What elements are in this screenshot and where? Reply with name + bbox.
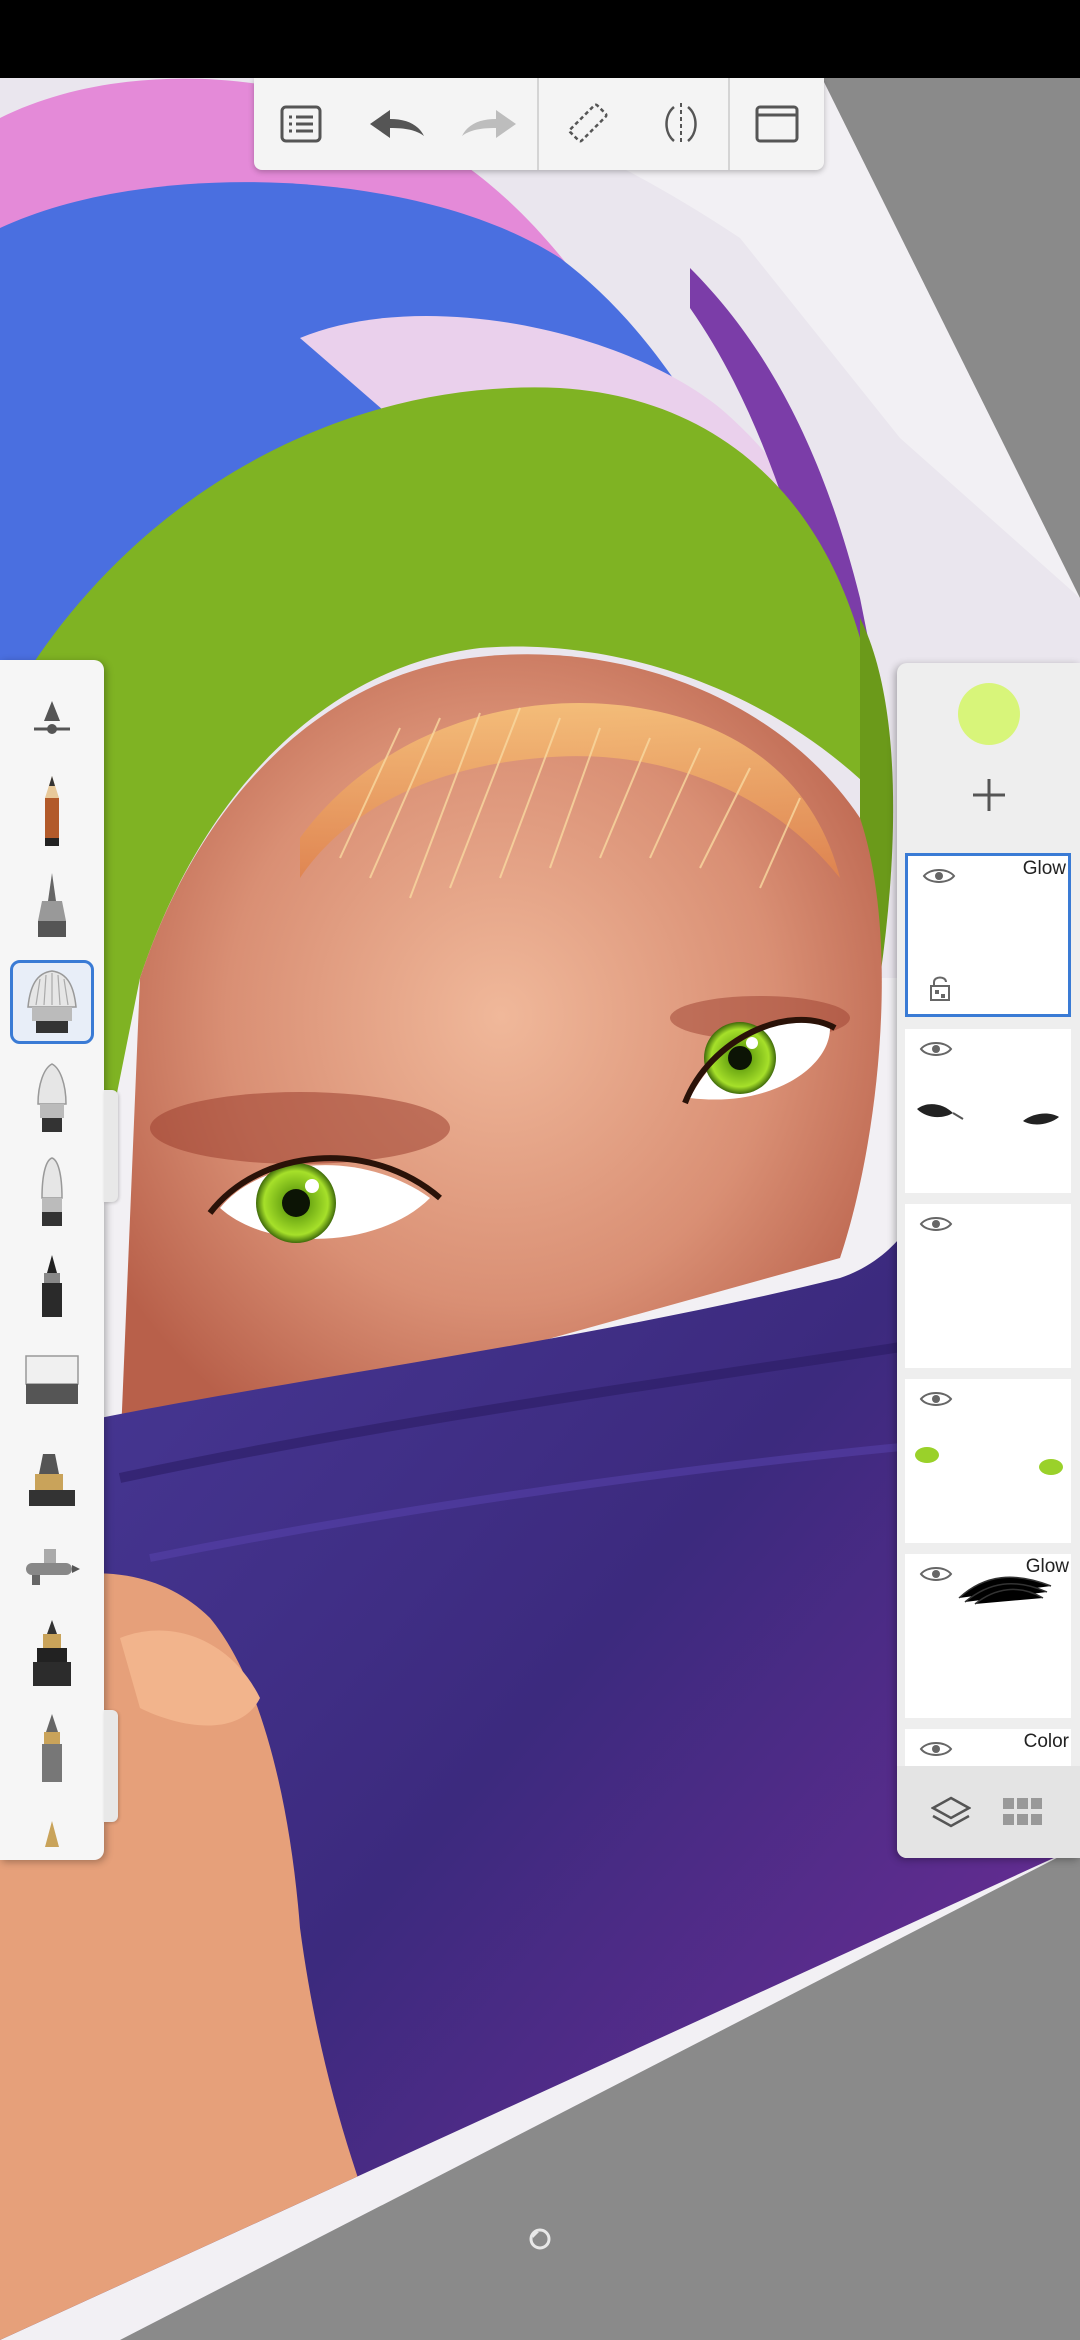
felt-tip-icon[interactable] (10, 1706, 94, 1790)
soft-brush-icon[interactable] (10, 1150, 94, 1234)
layer-preview-irises (915, 1447, 1063, 1475)
brush-panel-handle[interactable] (104, 1710, 118, 1822)
ink-pen-icon[interactable] (10, 1612, 94, 1696)
visibility-eye-icon[interactable] (919, 1739, 953, 1764)
visibility-eye-icon[interactable] (919, 1564, 953, 1589)
visibility-eye-icon[interactable] (919, 1389, 953, 1414)
menu-icon[interactable] (254, 78, 348, 170)
visibility-eye-icon[interactable] (919, 1039, 953, 1064)
layer-panel-footer (897, 1766, 1080, 1858)
brush-properties-icon[interactable] (10, 678, 94, 762)
layer-blend-mode: Glow (1022, 858, 1066, 879)
rotate-reset-icon[interactable] (527, 2226, 553, 2257)
layer-preview-eyes (917, 1104, 1059, 1125)
brush-palette (0, 660, 104, 1860)
hard-brush-icon[interactable] (10, 1056, 94, 1140)
eraser-icon[interactable] (10, 1338, 94, 1422)
layer-panel: Glow Glow Color (897, 663, 1080, 1858)
layer-thumbnail[interactable]: Glow (905, 1554, 1071, 1718)
pencil-icon[interactable] (10, 770, 94, 854)
smudge-icon[interactable] (10, 1800, 94, 1860)
layer-thumbnail[interactable] (905, 1204, 1071, 1368)
current-color-swatch[interactable] (958, 683, 1020, 745)
ruler-icon[interactable] (539, 78, 633, 170)
airbrush-icon[interactable] (10, 1524, 94, 1608)
redo-icon[interactable] (443, 78, 537, 170)
grid-icon[interactable] (999, 1790, 1047, 1834)
layer-thumbnail[interactable]: Glow (905, 853, 1071, 1017)
layer-lock-icon[interactable] (928, 974, 952, 1007)
marker-icon[interactable] (10, 1244, 94, 1328)
add-layer-button[interactable] (957, 763, 1021, 827)
chisel-brush-icon[interactable] (10, 1438, 94, 1522)
symmetry-icon[interactable] (633, 78, 727, 170)
fullscreen-icon[interactable] (730, 78, 824, 170)
layer-thumbnail[interactable]: Color (905, 1729, 1071, 1769)
brush-panel-handle[interactable] (104, 1090, 118, 1202)
paint-brush-icon[interactable] (10, 960, 94, 1044)
visibility-eye-icon[interactable] (919, 1214, 953, 1239)
ballpoint-pen-icon[interactable] (10, 864, 94, 948)
layer-thumbnail[interactable] (905, 1379, 1071, 1543)
top-toolbar (254, 78, 824, 170)
layer-blend-mode: Color (1023, 1731, 1069, 1752)
visibility-eye-icon[interactable] (922, 866, 956, 891)
layer-thumbnail[interactable] (905, 1029, 1071, 1193)
layer-preview-hair (958, 1576, 1052, 1605)
undo-icon[interactable] (348, 78, 442, 170)
status-bar (0, 0, 1080, 78)
layers-icon[interactable] (927, 1790, 975, 1834)
